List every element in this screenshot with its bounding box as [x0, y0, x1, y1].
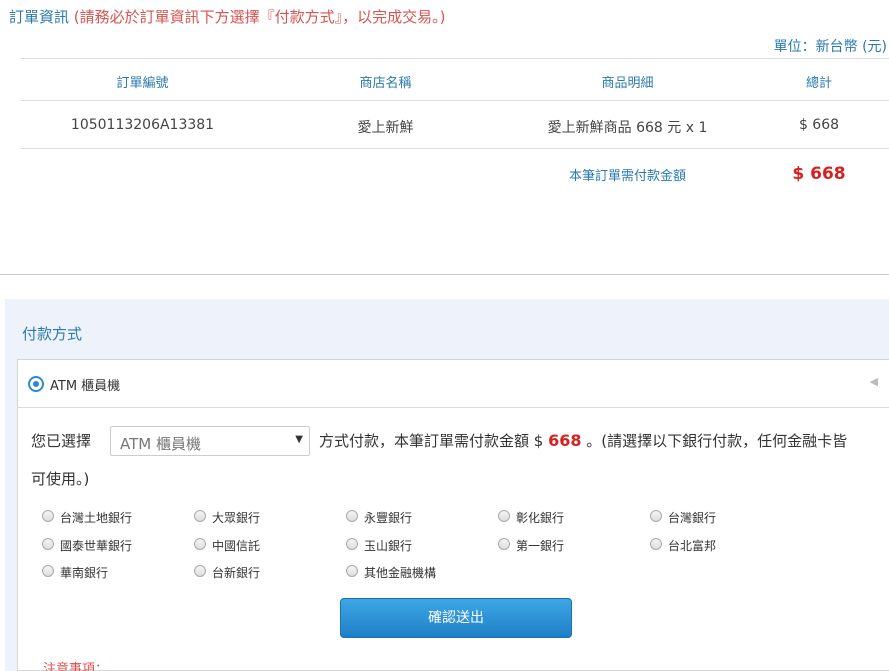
payment-method-atm[interactable]: ATM 櫃員機 ◀ [18, 360, 889, 408]
bank-radio-icon[interactable] [498, 538, 510, 550]
order-number-cell: 1050113206A13381 [70, 117, 215, 133]
bank-radio-icon[interactable] [42, 510, 54, 522]
dropdown-arrow-icon: ▼ [295, 434, 303, 445]
section-divider [0, 274, 889, 275]
bank-label: 台灣銀行 [668, 511, 717, 525]
table-top-divider [21, 58, 889, 59]
payment-description-line2: 可使用。) [31, 470, 90, 488]
payment-panel: 付款方式 ATM 櫃員機 ◀ 您已選擇 ATM 櫃員機 ▼ 方式付款，本筆訂單需… [5, 299, 889, 671]
bank-label: 台灣土地銀行 [60, 511, 133, 525]
bank-label: 國泰世華銀行 [60, 539, 133, 553]
payment-method-select[interactable]: ATM 櫃員機 ▼ [110, 426, 310, 456]
selected-method-prefix: 您已選擇 [31, 432, 92, 450]
bank-label: 彰化銀行 [516, 511, 565, 525]
payment-title: 付款方式 [22, 325, 83, 343]
payment-description-tail: 。(請選擇以下銀行付款，任何金融卡皆 [581, 432, 848, 450]
payment-method-label: ATM 櫃員機 [50, 379, 121, 394]
bank-radio-icon[interactable] [42, 565, 54, 577]
bank-label: 台新銀行 [212, 566, 261, 580]
item-detail-cell: 愛上新鮮商品 668 元 x 1 [547, 120, 708, 136]
bank-label: 台北富邦 [668, 539, 717, 553]
bank-radio-icon[interactable] [346, 538, 358, 550]
collapse-arrow-icon[interactable]: ◀ [870, 375, 878, 388]
bank-label: 大眾銀行 [212, 511, 261, 525]
bank-radio-icon[interactable] [346, 565, 358, 577]
column-header-order-no: 訂單編號 [116, 76, 169, 91]
bank-radio-icon[interactable] [650, 510, 662, 522]
order-info-header: 訂單資訊 (請務必於訂單資訊下方選擇『付款方式』，以完成交易。) [9, 6, 446, 27]
order-info-note: (請務必於訂單資訊下方選擇『付款方式』，以完成交易。) [73, 8, 446, 26]
payment-description-amount: 668 [548, 431, 582, 450]
payable-amount-value: $ 668 [792, 164, 846, 184]
bank-radio-icon[interactable] [194, 565, 206, 577]
bank-radio-icon[interactable] [498, 510, 510, 522]
bank-label: 玉山銀行 [364, 539, 413, 553]
bank-radio-icon[interactable] [346, 510, 358, 522]
column-header-store: 商店名稱 [359, 76, 412, 91]
payable-amount-label: 本筆訂單需付款金額 [568, 169, 686, 184]
currency-unit-label: 單位：新台幣 (元) [773, 39, 887, 55]
payment-description: 方式付款，本筆訂單需付款金額 $ 668 。(請選擇以下銀行付款，任何金融卡皆 [319, 430, 847, 451]
bank-radio-icon[interactable] [194, 510, 206, 522]
payment-description-text: 方式付款，本筆訂單需付款金額 $ [319, 432, 549, 450]
payment-method-box: ATM 櫃員機 ◀ 您已選擇 ATM 櫃員機 ▼ 方式付款，本筆訂單需付款金額 … [17, 359, 889, 671]
store-name-cell: 愛上新鮮 [357, 120, 414, 136]
bank-radio-icon[interactable] [42, 538, 54, 550]
bank-label: 第一銀行 [516, 539, 565, 553]
bank-radio-icon[interactable] [650, 538, 662, 550]
radio-selected-icon[interactable] [28, 376, 44, 392]
bank-radio-icon[interactable] [194, 538, 206, 550]
row-total-cell: $ 668 [798, 117, 840, 133]
bank-label: 華南銀行 [60, 566, 109, 580]
confirm-submit-button[interactable]: 確認送出 [340, 598, 572, 638]
order-info-title: 訂單資訊 [9, 8, 70, 26]
bank-label: 中國信託 [212, 539, 261, 553]
table-row-divider [21, 148, 889, 149]
bank-label: 永豐銀行 [364, 511, 413, 525]
column-header-total: 總計 [805, 76, 832, 91]
notice-title: 注意事項： [43, 662, 109, 671]
bank-label: 其他金融機構 [364, 566, 437, 580]
payment-method-select-value: ATM 櫃員機 [120, 435, 201, 453]
column-header-detail: 商品明細 [601, 76, 654, 91]
table-header-divider [21, 100, 889, 101]
